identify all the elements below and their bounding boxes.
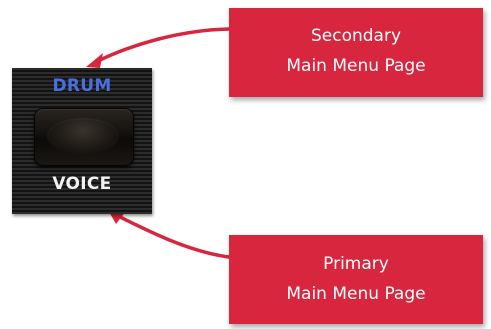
primary-callout-line1: Primary	[323, 254, 389, 274]
drum-label: DRUM	[52, 76, 112, 96]
secondary-callout: Secondary Main Menu Page	[229, 8, 483, 97]
drum-voice-button[interactable]	[34, 108, 134, 166]
primary-callout-line2: Main Menu Page	[286, 284, 426, 304]
primary-arrow	[116, 214, 231, 259]
voice-label: VOICE	[52, 174, 112, 194]
secondary-callout-line2: Main Menu Page	[286, 56, 426, 76]
drum-voice-button-panel: DRUM VOICE	[12, 68, 152, 214]
secondary-arrow	[94, 27, 231, 64]
secondary-arrow-head	[86, 53, 103, 68]
secondary-callout-line1: Secondary	[310, 26, 402, 46]
button-cap	[47, 118, 119, 154]
primary-callout: Primary Main Menu Page	[229, 235, 483, 324]
